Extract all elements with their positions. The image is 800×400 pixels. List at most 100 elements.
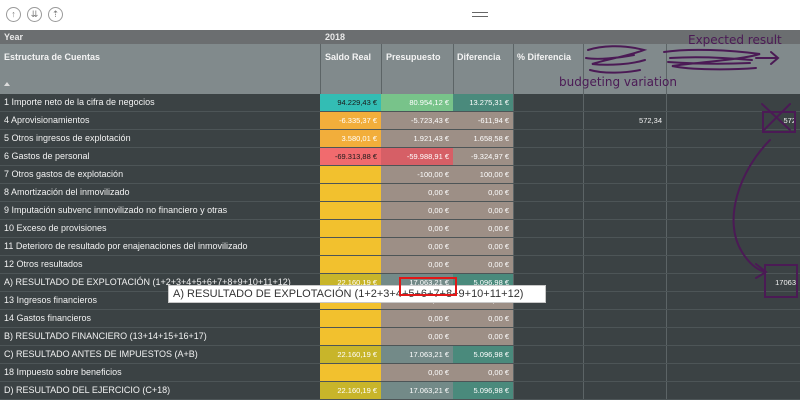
difference-header[interactable]: Diferencia (457, 52, 501, 62)
extra-cell-b: 572 (783, 116, 796, 125)
difference-cell: -611,94 € (453, 112, 513, 129)
budget-cell: 0,00 € (381, 256, 453, 273)
difference-cell: 0,00 € (453, 328, 513, 345)
account-label: 9 Imputación subvenc inmovilizado no fin… (4, 205, 228, 215)
account-label: 10 Exceso de provisiones (4, 223, 107, 233)
real-balance-cell (320, 310, 381, 327)
budget-cell: 0,00 € (381, 184, 453, 201)
table-row[interactable]: 11 Deterioro de resultado por enajenacio… (0, 238, 800, 256)
extra-cell-a (583, 346, 666, 363)
table-row[interactable]: 9 Imputación subvenc inmovilizado no fin… (0, 202, 800, 220)
budget-cell: 0,00 € (381, 238, 453, 255)
table-row[interactable]: 5 Otros ingresos de explotación 3.580,01 … (0, 130, 800, 148)
account-structure-header[interactable]: Estructura de Cuentas (4, 52, 100, 62)
budget-cell: 80.954,12 € (381, 94, 453, 111)
real-balance-cell (320, 364, 381, 381)
budget-cell: 1.921,43 € (381, 130, 453, 147)
drag-handle-icon[interactable] (472, 12, 488, 17)
account-label: 7 Otros gastos de explotación (4, 169, 124, 179)
extra-cell-b (666, 130, 800, 147)
extra-cell-b (666, 382, 800, 399)
extra-cell-b (666, 184, 800, 201)
expand-all-icon[interactable]: ⇡ (48, 7, 63, 22)
extra-cell-a (583, 94, 666, 111)
table-row[interactable]: 14 Gastos financieros0,00 €0,00 €0,00 % (0, 310, 800, 328)
pct-difference-cell (513, 202, 583, 219)
expand-next-level-icon[interactable]: ⇊ (27, 7, 42, 22)
difference-cell: 0,00 € (453, 202, 513, 219)
extra-cell-a (583, 364, 666, 381)
row-tooltip: A) RESULTADO DE EXPLOTACIÓN (1+2+3+4+5+6… (168, 285, 546, 303)
extra-cell-a (583, 310, 666, 327)
extra-cell-b (666, 238, 800, 255)
extra-cell-b (666, 256, 800, 273)
budget-cell: 0,00 € (381, 328, 453, 345)
budget-cell: 0,00 € (381, 220, 453, 237)
extra-cell-b (666, 346, 800, 363)
extra-cell-b (666, 310, 800, 327)
pct-difference-header[interactable]: % Diferencia (517, 52, 571, 62)
real-balance-cell: -6.335,37 € (320, 112, 381, 129)
extra-cell-a (583, 148, 666, 165)
year-value[interactable]: 2018 (325, 32, 345, 42)
pct-difference-cell: 16,40 % (513, 94, 583, 111)
difference-cell: -9.324,97 € (453, 148, 513, 165)
account-label: 6 Gastos de personal (4, 151, 90, 161)
table-row[interactable]: 6 Gastos de personal -69.313,88 € -59.988,… (0, 148, 800, 166)
real-balance-cell (320, 202, 381, 219)
account-label: 4 Aprovisionamientos (4, 115, 90, 125)
account-label: D) RESULTADO DEL EJERCICIO (C+18) (4, 385, 171, 395)
real-balance-cell (320, 256, 381, 273)
difference-cell: 0,00 € (453, 220, 513, 237)
table-row[interactable]: C) RESULTADO ANTES DE IMPUESTOS (A+B) 22.… (0, 346, 800, 364)
extra-cell-b (666, 202, 800, 219)
table-row[interactable]: 10 Exceso de provisiones 0,00 €0,00 € (0, 220, 800, 238)
account-label: 8 Amortización del inmovilizado (4, 187, 130, 197)
extra-cell-a (583, 382, 666, 399)
column-header-row: Estructura de Cuentas Saldo Real Presupu… (0, 44, 800, 94)
budget-cell: 0,00 € (381, 310, 453, 327)
table-row[interactable]: 1 Importe neto de la cifra de negocios 94… (0, 94, 800, 112)
table-row[interactable]: 7 Otros gastos de explotación -100,00 €10… (0, 166, 800, 184)
table-row[interactable]: 18 Impuesto sobre beneficios 0,00 €0,00 €… (0, 364, 800, 382)
table-row[interactable]: B) RESULTADO FINANCIERO (13+14+15+16+17)… (0, 328, 800, 346)
table-row[interactable]: 4 Aprovisionamientos -6.335,37 € -5.723,43… (0, 112, 800, 130)
pct-difference-cell (513, 220, 583, 237)
extra-cell-b (666, 328, 800, 345)
difference-cell: 0,00 € (453, 310, 513, 327)
pct-difference-cell (513, 238, 583, 255)
visual-toolbar: ↑ ⇊ ⇡ (0, 0, 800, 30)
year-header-row: Year 2018 (0, 30, 800, 44)
pct-difference-cell: 0,00 % (513, 310, 583, 327)
budget-cell: 17.063,21 € (381, 346, 453, 363)
account-label: 18 Impuesto sobre beneficios (4, 367, 122, 377)
extra-cell-b (666, 148, 800, 165)
real-balance-header[interactable]: Saldo Real (325, 52, 371, 62)
extra-cell-a (583, 166, 666, 183)
difference-cell: 0,00 € (453, 256, 513, 273)
extra-cell-a (583, 238, 666, 255)
extra-cell-a (583, 292, 666, 309)
difference-cell: 100,00 € (453, 166, 513, 183)
extra-cell-b (666, 166, 800, 183)
table-row[interactable]: D) RESULTADO DEL EJERCICIO (C+18) 22.160,… (0, 382, 800, 400)
account-label: 14 Gastos financieros (4, 313, 92, 323)
account-label: 12 Otros resultados (4, 259, 83, 269)
pct-difference-cell: 15,54 % (513, 148, 583, 165)
sort-ascending-icon[interactable] (4, 82, 10, 86)
drill-up-icon[interactable]: ↑ (6, 7, 21, 22)
pct-difference-cell: 0,00 % (513, 364, 583, 381)
account-label: 11 Deterioro de resultado por enajenacio… (4, 241, 248, 251)
real-balance-cell (320, 238, 381, 255)
budget-cell: -5.723,43 € (381, 112, 453, 129)
real-balance-cell (320, 328, 381, 345)
extra-cell-a (583, 274, 666, 291)
budget-header[interactable]: Presupuesto (386, 52, 441, 62)
table-row[interactable]: 8 Amortización del inmovilizado 0,00 €0,0… (0, 184, 800, 202)
extra-cell-a (583, 130, 666, 147)
extra-cell-a (583, 328, 666, 345)
pct-difference-cell: -100,00 % (513, 166, 583, 183)
difference-cell: 0,00 € (453, 184, 513, 201)
difference-cell: 1.658,58 € (453, 130, 513, 147)
table-row[interactable]: 12 Otros resultados 0,00 €0,00 € (0, 256, 800, 274)
